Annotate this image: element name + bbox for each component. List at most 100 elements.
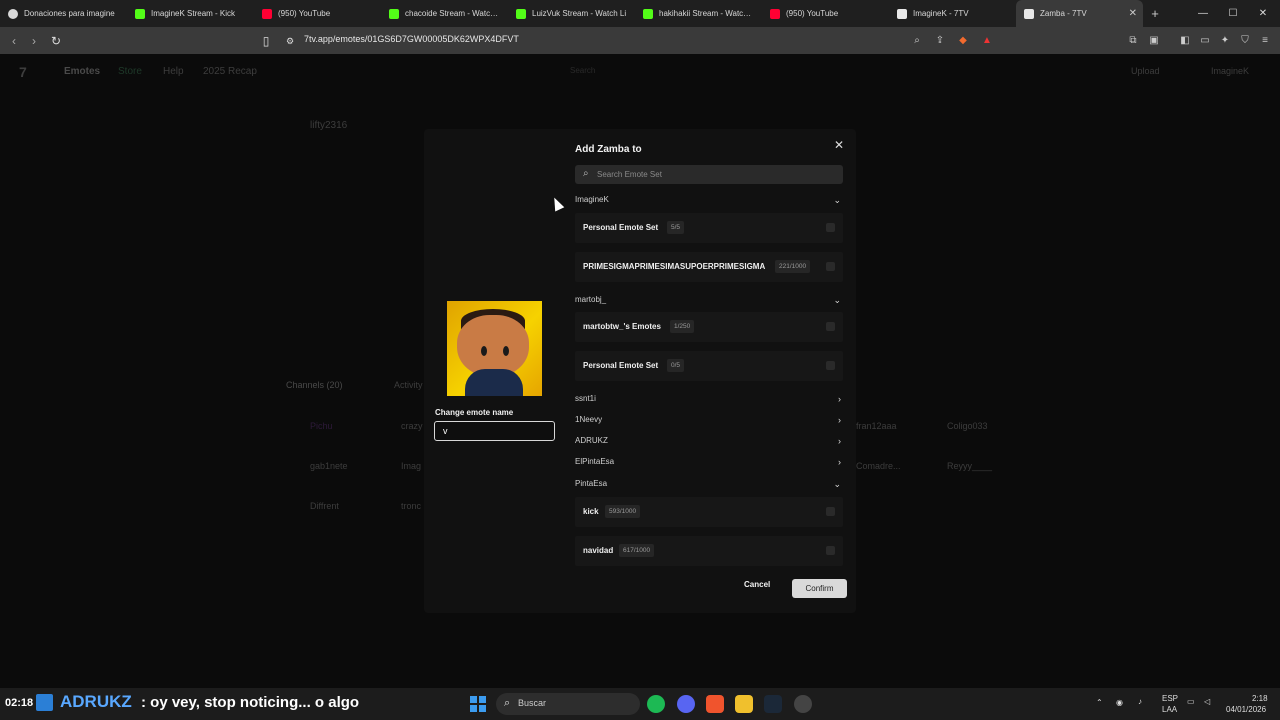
emote-set-row[interactable]: navidad 617/1000 <box>575 536 843 566</box>
sidebar-icon[interactable]: ◧ <box>1178 33 1192 47</box>
set-count-badge: 221/1000 <box>775 260 811 273</box>
chevron-down-icon: ⌄ <box>833 195 841 205</box>
set-checkbox[interactable] <box>826 361 835 370</box>
nav-store[interactable]: Store <box>118 66 142 77</box>
network-icon[interactable]: ▭ <box>1187 697 1195 706</box>
set-count-badge: 1/250 <box>670 320 695 333</box>
bookmark-icon[interactable]: ▯ <box>256 31 276 51</box>
channel-name[interactable]: tronc <box>401 501 421 511</box>
tab-0[interactable]: Donaciones para imagine <box>0 0 127 27</box>
new-tab-button[interactable]: + <box>1143 0 1167 27</box>
file-explorer-icon[interactable] <box>735 695 753 713</box>
set-checkbox[interactable] <box>826 546 835 555</box>
cancel-button[interactable]: Cancel <box>744 580 770 589</box>
search-emote-set-input[interactable] <box>597 165 837 184</box>
channel-name[interactable]: fran12aaa <box>856 421 897 431</box>
settings-icon[interactable] <box>794 695 812 713</box>
volume-icon[interactable]: ◁ <box>1204 697 1210 706</box>
group-header-ssnt1i[interactable]: ssnt1i › <box>575 394 843 408</box>
language-indicator[interactable]: ESP <box>1162 694 1178 703</box>
share-icon[interactable]: ⇪ <box>933 33 947 47</box>
windows-start-icon[interactable] <box>470 696 486 712</box>
site-info-icon[interactable]: ⚙ <box>280 31 300 51</box>
channel-name[interactable]: Coligo033 <box>947 421 988 431</box>
group-header-adrukz[interactable]: ADRUKZ › <box>575 436 843 450</box>
channel-name[interactable]: crazy <box>401 421 423 431</box>
channel-name[interactable]: Imag <box>401 461 421 471</box>
tab-5[interactable]: hakihakii Stream - Watch L <box>635 0 762 27</box>
nav-emotes[interactable]: Emotes <box>64 66 100 77</box>
account-menu[interactable]: ImagineK <box>1211 66 1249 76</box>
extensions-icon[interactable]: ⧉ <box>1126 33 1140 47</box>
nav-help[interactable]: Help <box>163 66 184 77</box>
7tv-logo-icon[interactable]: 7 <box>19 64 27 80</box>
tab-6[interactable]: (950) YouTube <box>762 0 889 27</box>
upload-button[interactable]: Upload <box>1131 66 1160 76</box>
group-header-1neevy[interactable]: 1Neevy › <box>575 415 843 429</box>
emote-set-row[interactable]: Personal Emote Set 5/5 <box>575 213 843 243</box>
emote-set-row[interactable]: PRIMESIGMAPRIMESIMASUPOERPRIMESIGMA 221/… <box>575 252 843 282</box>
tab-7[interactable]: ImagineK - 7TV <box>889 0 1016 27</box>
channel-name[interactable]: Reyyy____ <box>947 461 992 471</box>
confirm-button[interactable]: Confirm <box>792 579 847 598</box>
tab-channels[interactable]: Channels (20) <box>286 380 343 390</box>
tray-time[interactable]: 2:18 <box>1252 694 1268 703</box>
emote-set-row[interactable]: kick 593/1000 <box>575 497 843 527</box>
microphone-icon[interactable]: ♪ <box>1138 697 1142 706</box>
youtube-icon <box>770 8 780 19</box>
taskbar-search[interactable]: ⌕ Buscar <box>496 693 640 715</box>
reload-icon[interactable]: ↻ <box>46 31 66 51</box>
spotify-icon[interactable] <box>647 695 665 713</box>
tab-label: chacoide Stream - Watch L <box>405 9 500 18</box>
minimize-button[interactable]: — <box>1188 0 1218 27</box>
channel-name[interactable]: Diffrent <box>310 501 339 511</box>
channel-name[interactable]: Comadre... <box>856 461 901 471</box>
change-emote-name-label: Change emote name <box>435 408 514 417</box>
set-checkbox[interactable] <box>826 223 835 232</box>
group-header-pintaesa[interactable]: PintaEsa ⌄ <box>575 479 843 493</box>
url-field[interactable]: 7tv.app/emotes/01GS6D7GW00005DK62WPX4DFV… <box>304 34 519 44</box>
chevron-right-icon: › <box>838 415 841 425</box>
nav-recap[interactable]: 2025 Recap <box>203 66 257 77</box>
emote-set-row[interactable]: martobtw_'s Emotes 1/250 <box>575 312 843 342</box>
channel-name[interactable]: gab1nete <box>310 461 348 471</box>
tab-2[interactable]: (950) YouTube <box>254 0 381 27</box>
tab-4[interactable]: LuizVuk Stream - Watch Li <box>508 0 635 27</box>
group-name: ADRUKZ <box>575 436 608 445</box>
back-icon[interactable]: ‹ <box>4 31 24 51</box>
set-checkbox[interactable] <box>826 507 835 516</box>
set-checkbox[interactable] <box>826 322 835 331</box>
zoom-icon[interactable]: ⌕ <box>910 33 924 47</box>
steam-icon[interactable] <box>764 695 782 713</box>
brave-shield-icon[interactable]: ◆ <box>956 33 970 47</box>
group-header-martobj[interactable]: martobj_ ⌄ <box>575 295 843 309</box>
brave-rewards-icon[interactable]: ▲ <box>980 33 994 47</box>
channel-name[interactable]: Pichu <box>310 421 333 431</box>
tab-activity[interactable]: Activity <box>394 380 423 390</box>
group-header-imaginek[interactable]: ImagineK ⌄ <box>575 195 843 209</box>
tray-chevron-icon[interactable]: ⌃ <box>1096 698 1103 707</box>
close-window-button[interactable]: ✕ <box>1248 0 1278 27</box>
tab-label: LuizVuk Stream - Watch Li <box>532 9 627 18</box>
emote-name-input[interactable] <box>434 421 555 441</box>
leo-icon[interactable]: ✦ <box>1218 33 1232 47</box>
menu-icon[interactable]: ≡ <box>1258 33 1272 47</box>
group-header-elpintaesa[interactable]: ElPintaEsa › <box>575 457 843 471</box>
vpn-icon[interactable]: ⛉ <box>1238 33 1252 47</box>
tab-1[interactable]: ImagineK Stream - Kick <box>127 0 254 27</box>
tray-app-icon[interactable]: ◉ <box>1116 698 1123 707</box>
uploader-name[interactable]: lifty2316 <box>310 120 347 131</box>
site-search-input[interactable]: Search <box>570 66 595 75</box>
set-checkbox[interactable] <box>826 262 835 271</box>
tab-3[interactable]: chacoide Stream - Watch L <box>381 0 508 27</box>
close-tab-icon[interactable]: ✕ <box>1129 8 1137 19</box>
reader-icon[interactable]: ▣ <box>1147 33 1161 47</box>
brave-icon[interactable] <box>706 695 724 713</box>
tab-manager-icon[interactable]: ▭ <box>1198 33 1212 47</box>
tab-8[interactable]: Zamba - 7TV ✕ <box>1016 0 1143 27</box>
forward-icon[interactable]: › <box>24 31 44 51</box>
maximize-button[interactable]: ☐ <box>1218 0 1248 27</box>
emote-set-row[interactable]: Personal Emote Set 0/5 <box>575 351 843 381</box>
discord-icon[interactable] <box>677 695 695 713</box>
close-icon[interactable]: ✕ <box>834 138 844 152</box>
